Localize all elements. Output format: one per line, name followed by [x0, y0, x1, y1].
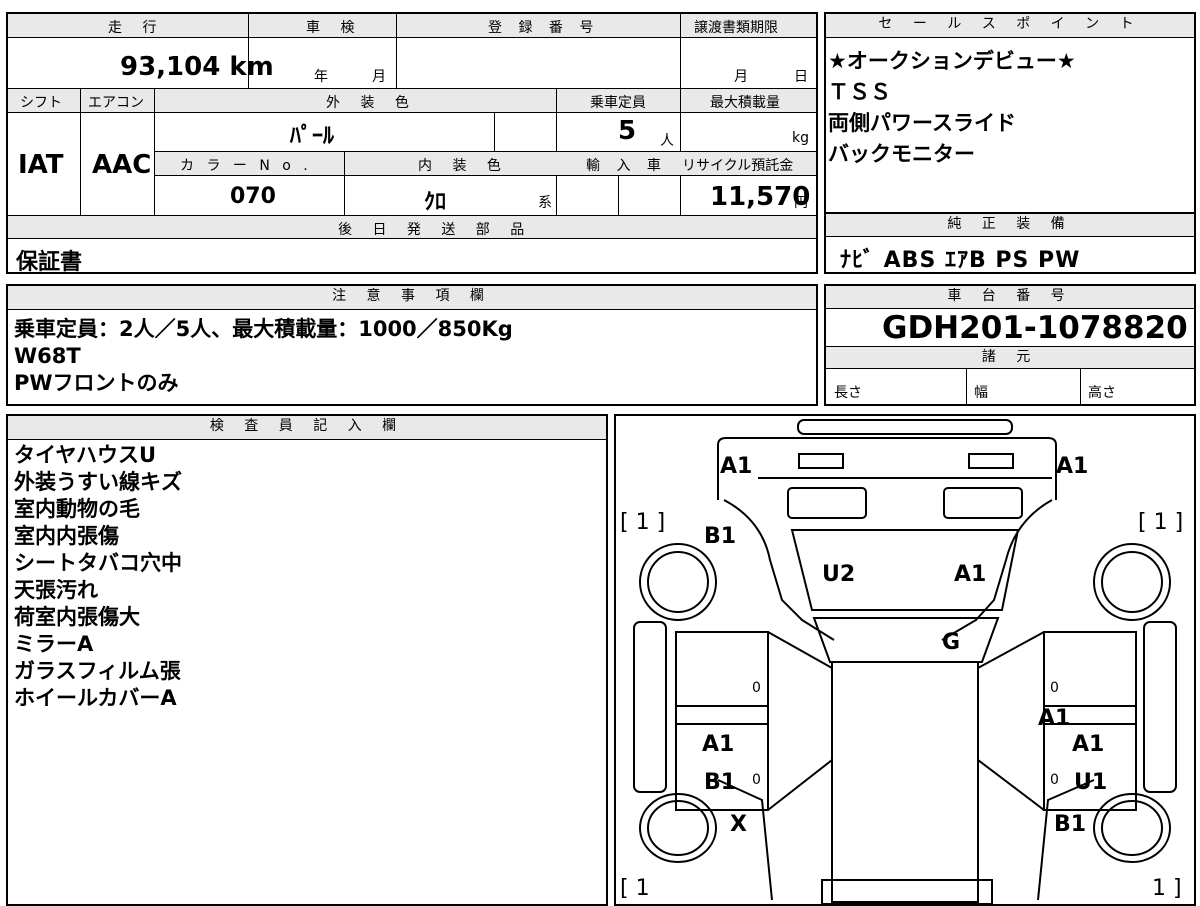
- registration-header: 登 録 番 号: [488, 20, 600, 36]
- sales-point: 両側パワースライド: [828, 111, 1016, 135]
- tire-rear-left-bracket: [ 1: [620, 876, 650, 901]
- damage-rear-fender-right: B1: [1054, 812, 1087, 837]
- equipment-value: ﾅﾋﾞ ABS ｴｱB PS PW: [840, 248, 1081, 273]
- inspector-box: 検 査 員 記 入 欄 タイヤハウスU 外装うすい線キズ 室内動物の毛 室内内張…: [6, 414, 608, 906]
- divider: [680, 14, 681, 88]
- tire-front-right-bracket: [ 1 ]: [1138, 510, 1184, 535]
- interior-color-suffix: 系: [538, 195, 552, 211]
- sales-points-header: セ ー ル ス ポ イ ン ト: [826, 14, 1194, 38]
- imported-header: 輸 入 車: [586, 158, 667, 174]
- length-label: 長さ: [834, 385, 862, 401]
- notes-list: 乗車定員：2人／5人、最大積載量：1000／850Kg W68T PWフロントの…: [14, 316, 513, 397]
- later-parts-header: 後 日 発 送 部 品: [338, 222, 533, 238]
- tire-front-left-bracket: [ 1 ]: [620, 510, 666, 535]
- inspector-line: シートタバコ穴中: [14, 551, 182, 575]
- exterior-color-value: ﾊﾟｰﾙ: [290, 124, 335, 149]
- sales-point: ★オークションデビュー★: [828, 49, 1076, 73]
- car-diagram: [633, 419, 1177, 904]
- chassis-header: 車 台 番 号: [826, 286, 1194, 309]
- shift-header: シフト: [20, 95, 62, 111]
- divider: [494, 113, 495, 151]
- mileage-value: 93,104 km: [120, 52, 274, 82]
- divider: [396, 14, 397, 88]
- inspector-line: 室内内張傷: [14, 524, 119, 548]
- divider: [618, 176, 619, 215]
- rear-door-left-count: 0: [752, 772, 761, 788]
- damage-rear-door-right-b: U1: [1074, 770, 1108, 795]
- transfer-deadline-header: 譲渡書類期限: [694, 20, 778, 36]
- sales-points-list: ★オークションデビュー★ ＴＳＳ 両側パワースライド バックモニター: [828, 48, 1076, 168]
- inspector-line: ホイールカバーA: [14, 686, 177, 710]
- mileage-header: 走 行: [108, 20, 165, 36]
- sales-point: ＴＳＳ: [828, 80, 891, 104]
- capacity-unit: 人: [660, 133, 674, 149]
- chassis-box: 車 台 番 号 GDH201-1078820 諸 元 長さ 幅 高さ: [824, 284, 1196, 406]
- front-door-right-count: 0: [1050, 680, 1059, 696]
- height-label: 高さ: [1088, 385, 1116, 401]
- damage-rear-door-right-a: A1: [1072, 732, 1105, 757]
- shift-value: IAT: [18, 150, 64, 180]
- note-line: 乗車定員：2人／5人、最大積載量：1000／850Kg: [14, 317, 513, 341]
- specs-header: 諸 元: [826, 347, 1194, 369]
- front-door-left-count: 0: [752, 680, 761, 696]
- exterior-color-header: 外 装 色: [326, 95, 417, 111]
- sales-point: バックモニター: [828, 142, 975, 166]
- rear-door-right-count: 0: [1050, 772, 1059, 788]
- max-load-header: 最大積載量: [710, 95, 780, 111]
- inspector-line: 荷室内張傷大: [14, 605, 140, 629]
- max-load-unit: kg: [792, 130, 809, 146]
- notes-header: 注 意 事 項 欄: [8, 286, 816, 310]
- tire-rear-right-bracket: 1 ]: [1152, 876, 1182, 901]
- capacity-value: 5: [618, 116, 637, 146]
- notes-box: 注 意 事 項 欄 乗車定員：2人／5人、最大積載量：1000／850Kg W6…: [6, 284, 818, 406]
- inspection-month: 月: [372, 69, 386, 85]
- inspector-list: タイヤハウスU 外装うすい線キズ 室内動物の毛 室内内張傷 シートタバコ穴中 天…: [14, 442, 182, 712]
- divider: [344, 152, 345, 215]
- capacity-header: 乗車定員: [590, 95, 646, 111]
- sales-points-box: セ ー ル ス ポ イ ン ト ★オークションデビュー★ ＴＳＳ 両側パワースラ…: [824, 12, 1196, 214]
- inspector-line: ガラスフィルム張: [14, 659, 181, 683]
- inspector-line: タイヤハウスU: [14, 443, 157, 467]
- chassis-number: GDH201-1078820: [882, 310, 1188, 346]
- note-line: PWフロントのみ: [14, 371, 179, 395]
- recycle-fee-header: リサイクル預託金: [682, 158, 794, 174]
- damage-front-door-right: A1: [1038, 706, 1071, 731]
- spec-table: 走 行 車 検 登 録 番 号 譲渡書類期限 93,104 km 年 月 月 日…: [6, 12, 818, 275]
- inspection-year: 年: [314, 69, 328, 85]
- damage-hood-right: A1: [954, 562, 987, 587]
- damage-fender-left: B1: [704, 524, 737, 549]
- recycle-fee-unit: 円: [794, 195, 808, 211]
- deadline-month: 月: [734, 69, 748, 85]
- damage-front-right: A1: [1056, 454, 1089, 479]
- equipment-header: 純 正 装 備: [826, 214, 1194, 237]
- note-line: W68T: [14, 344, 81, 368]
- damage-rear-fender-left: X: [730, 812, 747, 837]
- damage-rear-door-left-b: B1: [704, 770, 737, 795]
- divider: [1080, 369, 1081, 405]
- damage-hood-left: U2: [822, 562, 856, 587]
- color-no-value: 070: [230, 184, 276, 209]
- width-label: 幅: [974, 385, 988, 401]
- inspector-header: 検 査 員 記 入 欄: [8, 416, 606, 440]
- interior-color-header: 内 装 色: [418, 158, 509, 174]
- inspector-line: 室内動物の毛: [14, 497, 140, 521]
- color-no-header: カ ラ ー N o .: [180, 158, 312, 174]
- damage-front-left: A1: [720, 454, 753, 479]
- inspector-line: 天張汚れ: [14, 578, 98, 602]
- later-parts-value: 保証書: [16, 250, 83, 275]
- car-diagram-box: [ 1 ] [ 1 ] [ 1 1 ] A1 A1 B1 U2 A1 G 0 0…: [614, 414, 1196, 906]
- interior-color-value: ｸﾛ: [424, 190, 447, 215]
- equipment-box: 純 正 装 備 ﾅﾋﾞ ABS ｴｱB PS PW: [824, 212, 1196, 274]
- divider: [966, 369, 967, 405]
- aircon-header: エアコン: [88, 95, 144, 111]
- damage-windshield: G: [942, 630, 961, 655]
- divider: [80, 89, 81, 215]
- deadline-day: 日: [794, 69, 808, 85]
- damage-rear-door-left-a: A1: [702, 732, 735, 757]
- inspection-header: 車 検: [306, 20, 363, 36]
- inspector-line: ミラーA: [14, 632, 94, 656]
- inspector-line: 外装うすい線キズ: [14, 470, 182, 494]
- aircon-value: AAC: [92, 150, 152, 180]
